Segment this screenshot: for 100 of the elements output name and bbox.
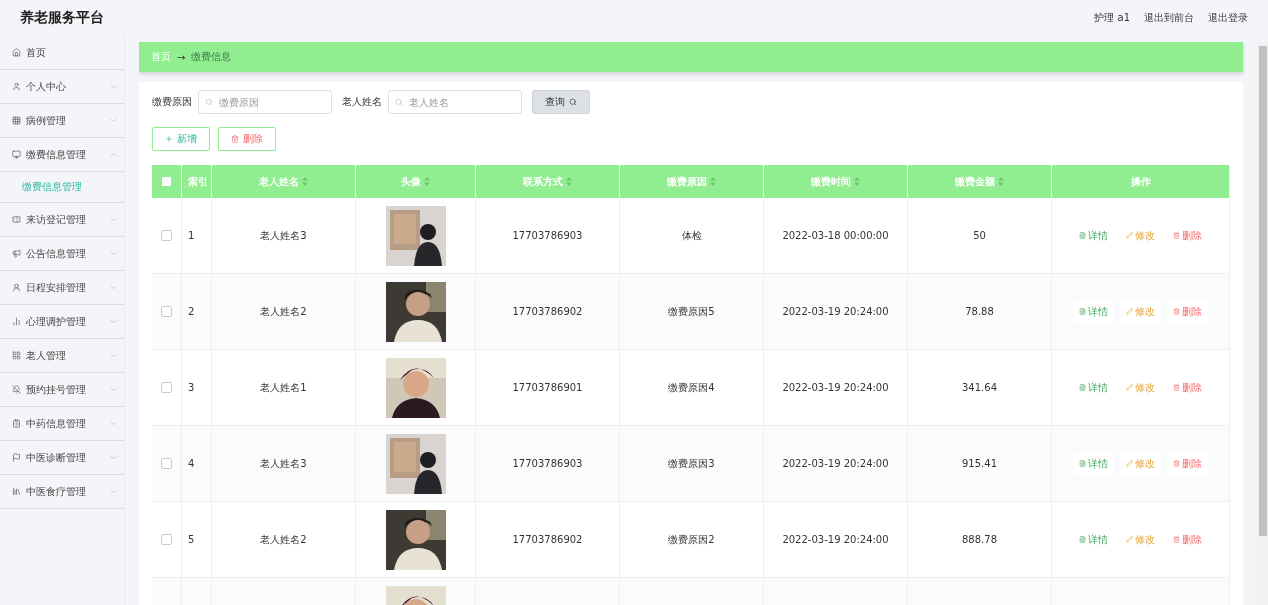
search-field[interactable]: 老人姓名 (388, 90, 522, 114)
pencil-icon (1126, 308, 1133, 315)
search-field[interactable]: 缴费原因 (198, 90, 332, 114)
table-cell: 2022-03-18 00:00:00 (782, 230, 889, 241)
sort-icon[interactable] (566, 177, 572, 186)
table-cell: 缴费原因5 (668, 304, 715, 319)
sort-icon[interactable] (998, 177, 1004, 186)
chevron-down-icon (109, 116, 118, 125)
sort-icon[interactable] (302, 177, 308, 186)
table-cell: 体检 (681, 228, 702, 243)
table-cell: 915.41 (962, 458, 997, 469)
chevron-down-icon (109, 82, 118, 91)
view-button[interactable]: 详情 (1073, 300, 1114, 323)
sidebar-item[interactable]: 缴费信息管理 (0, 138, 124, 172)
user-icon (12, 283, 21, 292)
chevron-down-icon (109, 249, 118, 258)
table-cell: 17703786903 (512, 230, 583, 241)
table-cell: 2 (188, 306, 195, 317)
table-cell: 老人姓名2 (260, 532, 307, 547)
sidebar-item[interactable]: 公告信息管理 (0, 237, 124, 271)
sidebar-item[interactable]: 老人管理 (0, 339, 124, 373)
grid-icon (12, 351, 21, 360)
sidebar-item[interactable]: 首页 (0, 36, 124, 70)
document-icon (1079, 384, 1086, 391)
chevron-up-icon (109, 150, 118, 159)
bell-off-icon (12, 385, 21, 394)
row-checkbox[interactable] (161, 534, 172, 545)
sidebar-item[interactable]: 心理调护管理 (0, 305, 124, 339)
sidebar-item[interactable]: 中医诊断管理 (0, 441, 124, 475)
view-button[interactable]: 详情 (1073, 452, 1114, 475)
add-button[interactable]: 新增 (152, 127, 210, 151)
sort-icon[interactable] (854, 177, 860, 186)
table-cell: 78.88 (965, 306, 994, 317)
chevron-down-icon (109, 419, 118, 428)
table-cell: 老人姓名3 (260, 456, 307, 471)
sidebar-item[interactable]: 日程安排管理 (0, 271, 124, 305)
delete-button[interactable]: 删除 (1167, 300, 1208, 323)
sidebar-item[interactable]: 个人中心 (0, 70, 124, 104)
table-cell: 缴费原因2 (668, 532, 715, 547)
table-cell: 341.64 (962, 382, 997, 393)
table-cell: 2022-03-19 20:24:00 (782, 382, 889, 393)
query-button[interactable]: 查询 (532, 90, 590, 114)
table-cell: 4 (188, 458, 195, 469)
select-all-checkbox[interactable] (162, 177, 171, 186)
row-checkbox[interactable] (161, 306, 172, 317)
edit-button[interactable]: 修改 (1120, 452, 1161, 475)
table-cell: 2022-03-19 20:24:00 (782, 458, 889, 469)
header-link[interactable]: 退出登录 (1208, 11, 1248, 25)
document-icon (1079, 308, 1086, 315)
row-checkbox[interactable] (161, 382, 172, 393)
chevron-down-icon (109, 487, 118, 496)
document-icon (1079, 232, 1086, 239)
table-cell: 888.78 (962, 534, 997, 545)
table-cell: 2022-03-19 20:24:00 (782, 306, 889, 317)
trash-icon (1173, 384, 1180, 391)
trash-icon (1173, 232, 1180, 239)
row-checkbox[interactable] (161, 458, 172, 469)
trash-icon (1173, 460, 1180, 467)
table-cell: 5 (188, 534, 195, 545)
table-cell: 17703786902 (512, 534, 583, 545)
app-title: 养老服务平台 (20, 9, 104, 27)
sidebar-item[interactable]: 病例管理 (0, 104, 124, 138)
field-label: 缴费原因 (152, 95, 192, 109)
sort-icon[interactable] (424, 177, 430, 186)
bar-chart-icon (12, 317, 21, 326)
table-cell: 1 (188, 230, 195, 241)
pencil-icon (1126, 536, 1133, 543)
sidebar-item[interactable]: 预约挂号管理 (0, 373, 124, 407)
delete-button[interactable]: 删除 (1167, 452, 1208, 475)
table-cell: 17703786901 (512, 382, 583, 393)
monitor-icon (12, 150, 21, 159)
sidebar-item[interactable]: 中医食疗管理 (0, 475, 124, 509)
field-label: 老人姓名 (342, 95, 382, 109)
sort-icon[interactable] (710, 177, 716, 186)
scrollbar-thumb[interactable] (1258, 46, 1267, 536)
row-checkbox[interactable] (161, 230, 172, 241)
grid-icon (12, 116, 21, 125)
table-cell: 老人姓名1 (260, 380, 307, 395)
books-icon (12, 487, 21, 496)
sidebar-item[interactable]: 中药信息管理 (0, 407, 124, 441)
pencil-icon (1126, 460, 1133, 467)
pencil-icon (1126, 232, 1133, 239)
header-link[interactable]: 护理 a1 (1094, 11, 1130, 25)
breadcrumb-separator: → (177, 51, 186, 63)
table-cell: 17703786902 (512, 306, 583, 317)
table-cell: 老人姓名2 (260, 304, 307, 319)
edit-button[interactable]: 修改 (1120, 300, 1161, 323)
document-icon (1079, 536, 1086, 543)
table-cell: 2022-03-19 20:24:00 (782, 534, 889, 545)
chevron-down-icon (109, 351, 118, 360)
chevron-down-icon (109, 283, 118, 292)
table-cell: 缴费原因4 (668, 380, 715, 395)
sidebar-item[interactable]: 来访登记管理 (0, 203, 124, 237)
plus-icon (165, 135, 173, 143)
sidebar-subitem[interactable]: 缴费信息管理 (0, 172, 124, 203)
header-link[interactable]: 退出到前台 (1144, 11, 1194, 25)
delete-button[interactable]: 删除 (218, 127, 276, 151)
user-icon (12, 82, 21, 91)
pencil-icon (1126, 384, 1133, 391)
table-cell: 缴费原因3 (668, 456, 715, 471)
